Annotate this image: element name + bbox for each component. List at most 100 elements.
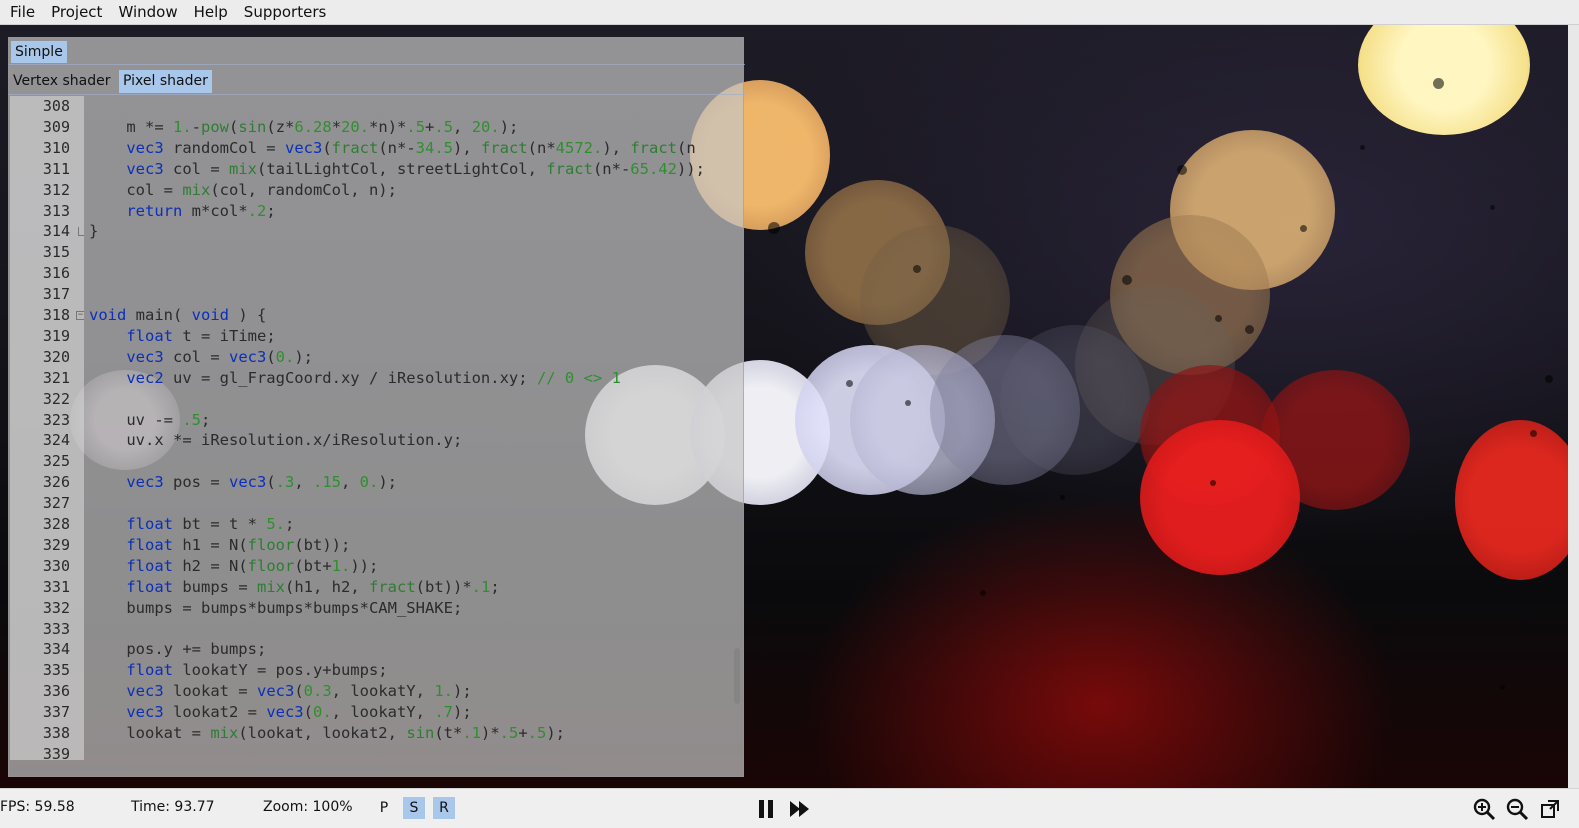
editor-horizontal-scrollbar[interactable] bbox=[10, 764, 730, 774]
raindrop bbox=[768, 222, 780, 234]
bokeh-light bbox=[1000, 325, 1150, 475]
editor-horizontal-scroll-thumb[interactable] bbox=[10, 766, 566, 772]
line-number: 333 bbox=[42, 619, 70, 638]
tab-simple[interactable]: Simple bbox=[11, 41, 67, 63]
pause-icon[interactable] bbox=[754, 797, 780, 821]
line-number: 315 bbox=[42, 243, 70, 262]
code-line[interactable]: float bt = t * 5.; bbox=[89, 514, 294, 535]
mode-p-toggle[interactable]: P bbox=[373, 797, 395, 819]
code-text-area[interactable]: m *= 1.-pow(sin(z*6.28*20.*n)*.5+.5, 20.… bbox=[87, 96, 731, 760]
line-number: 337 bbox=[42, 703, 70, 722]
code-line[interactable]: vec3 pos = vec3(.3, .15, 0.); bbox=[89, 472, 397, 493]
code-line[interactable]: vec3 lookat = vec3(0.3, lookatY, 1.); bbox=[89, 681, 471, 702]
raindrop bbox=[1530, 430, 1537, 437]
code-line[interactable]: vec3 randomCol = vec3(fract(n*-34.5), fr… bbox=[89, 138, 695, 159]
mode-s-toggle[interactable]: S bbox=[403, 797, 425, 819]
line-number: 336 bbox=[42, 682, 70, 701]
raindrop bbox=[1300, 225, 1307, 232]
code-editor-panel: Simple Vertex shader Pixel shader 308 309… bbox=[8, 37, 745, 777]
line-number: 321 bbox=[42, 368, 70, 387]
shader-tab-bar: Vertex shader Pixel shader bbox=[9, 68, 745, 95]
window-right-edge bbox=[1568, 25, 1579, 788]
zoom-readout: Zoom: 100% bbox=[263, 799, 353, 815]
raindrop bbox=[1433, 78, 1444, 89]
line-number-gutter: 308 309 310 311 312 313 314 315 316 317 318 319 320 3… bbox=[10, 96, 84, 760]
code-line[interactable]: float lookatY = pos.y+bumps; bbox=[89, 660, 387, 681]
menu-window[interactable]: Window bbox=[110, 0, 185, 25]
line-number: 308 bbox=[42, 97, 70, 115]
code-line[interactable]: } bbox=[89, 221, 98, 242]
code-line[interactable]: void main( void ) { bbox=[89, 305, 266, 326]
line-number: 329 bbox=[42, 535, 70, 554]
line-number: 312 bbox=[42, 180, 70, 199]
code-line[interactable]: float h1 = N(floor(bt)); bbox=[89, 535, 350, 556]
line-number: 326 bbox=[42, 473, 70, 492]
line-number: 313 bbox=[42, 201, 70, 220]
raindrop bbox=[1122, 275, 1132, 285]
code-line[interactable]: float bumps = mix(h1, h2, fract(bt))*.1; bbox=[89, 577, 499, 598]
raindrop bbox=[1177, 165, 1187, 175]
code-line[interactable]: float h2 = N(floor(bt+1.)); bbox=[89, 556, 378, 577]
raindrop bbox=[905, 400, 911, 406]
line-number: 323 bbox=[42, 410, 70, 429]
menu-file[interactable]: File bbox=[0, 0, 43, 25]
code-line[interactable]: m *= 1.-pow(sin(z*6.28*20.*n)*.5+.5, 20.… bbox=[89, 117, 518, 138]
raindrop bbox=[846, 380, 853, 387]
line-number: 328 bbox=[42, 515, 70, 533]
raindrop bbox=[980, 590, 986, 596]
line-number: 310 bbox=[42, 138, 70, 157]
code-line[interactable]: col = mix(col, randomCol, n); bbox=[89, 180, 397, 201]
line-number: 320 bbox=[42, 347, 70, 366]
raindrop bbox=[1215, 315, 1222, 322]
menu-project[interactable]: Project bbox=[43, 0, 110, 25]
raindrop bbox=[1060, 495, 1065, 500]
editor-vertical-scroll-thumb[interactable] bbox=[734, 648, 740, 704]
menu-help[interactable]: Help bbox=[186, 0, 236, 25]
editor-vertical-scrollbar[interactable] bbox=[731, 96, 743, 760]
mode-r-toggle[interactable]: R bbox=[433, 797, 455, 819]
menu-supporters[interactable]: Supporters bbox=[236, 0, 335, 25]
fast-forward-icon[interactable] bbox=[787, 797, 813, 821]
line-number: 325 bbox=[42, 452, 70, 471]
line-number: 338 bbox=[42, 724, 70, 742]
code-line[interactable]: pos.y += bumps; bbox=[89, 639, 266, 660]
code-line[interactable]: vec3 lookat2 = vec3(0., lookatY, .7); bbox=[89, 702, 471, 723]
line-number: 335 bbox=[42, 661, 70, 680]
line-number: 334 bbox=[42, 640, 70, 659]
tab-vertex-shader[interactable]: Vertex shader bbox=[9, 70, 114, 93]
line-number: 318 bbox=[42, 306, 70, 324]
bokeh-light bbox=[1140, 420, 1300, 575]
code-line[interactable]: return m*col*.2; bbox=[89, 201, 275, 222]
code-line[interactable]: vec3 col = vec3(0.); bbox=[89, 347, 313, 368]
code-line[interactable]: vec3 col = mix(tailLightCol, streetLight… bbox=[89, 159, 705, 180]
raindrop bbox=[1210, 480, 1216, 486]
line-number: 319 bbox=[42, 326, 70, 345]
raindrop bbox=[1490, 205, 1495, 210]
line-number: 330 bbox=[42, 556, 70, 575]
line-number: 327 bbox=[42, 494, 70, 513]
line-number: 311 bbox=[42, 159, 70, 178]
raindrop bbox=[1500, 685, 1505, 690]
zoom-in-icon[interactable] bbox=[1472, 797, 1498, 821]
fold-marker-icon[interactable] bbox=[78, 227, 84, 237]
line-number: 324 bbox=[42, 431, 70, 450]
code-line[interactable]: float t = iTime; bbox=[89, 326, 275, 347]
line-number: 309 bbox=[42, 117, 70, 136]
project-tab-bar: Simple bbox=[9, 38, 745, 65]
fps-readout: FPS: 59.58 bbox=[0, 799, 75, 815]
bokeh-light bbox=[1455, 420, 1568, 580]
time-readout: Time: 93.77 bbox=[131, 799, 215, 815]
fold-marker-icon[interactable]: − bbox=[76, 311, 84, 320]
raindrop bbox=[1360, 145, 1365, 150]
line-number: 316 bbox=[42, 264, 70, 283]
code-line[interactable]: bumps = bumps*bumps*bumps*CAM_SHAKE; bbox=[89, 598, 462, 619]
bokeh-light bbox=[1358, 25, 1530, 135]
zoom-out-icon[interactable] bbox=[1505, 797, 1531, 821]
code-line[interactable]: uv -= .5; bbox=[89, 410, 210, 431]
tab-pixel-shader[interactable]: Pixel shader bbox=[119, 70, 212, 93]
code-line[interactable]: lookat = mix(lookat, lookat2, sin(t*.1)*… bbox=[89, 723, 565, 744]
code-line[interactable]: uv.x *= iResolution.x/iResolution.y; bbox=[89, 430, 462, 451]
code-line[interactable]: vec2 uv = gl_FragCoord.xy / iResolution.… bbox=[89, 368, 621, 389]
line-number: 314 bbox=[42, 222, 70, 241]
fullscreen-icon[interactable] bbox=[1538, 797, 1564, 821]
